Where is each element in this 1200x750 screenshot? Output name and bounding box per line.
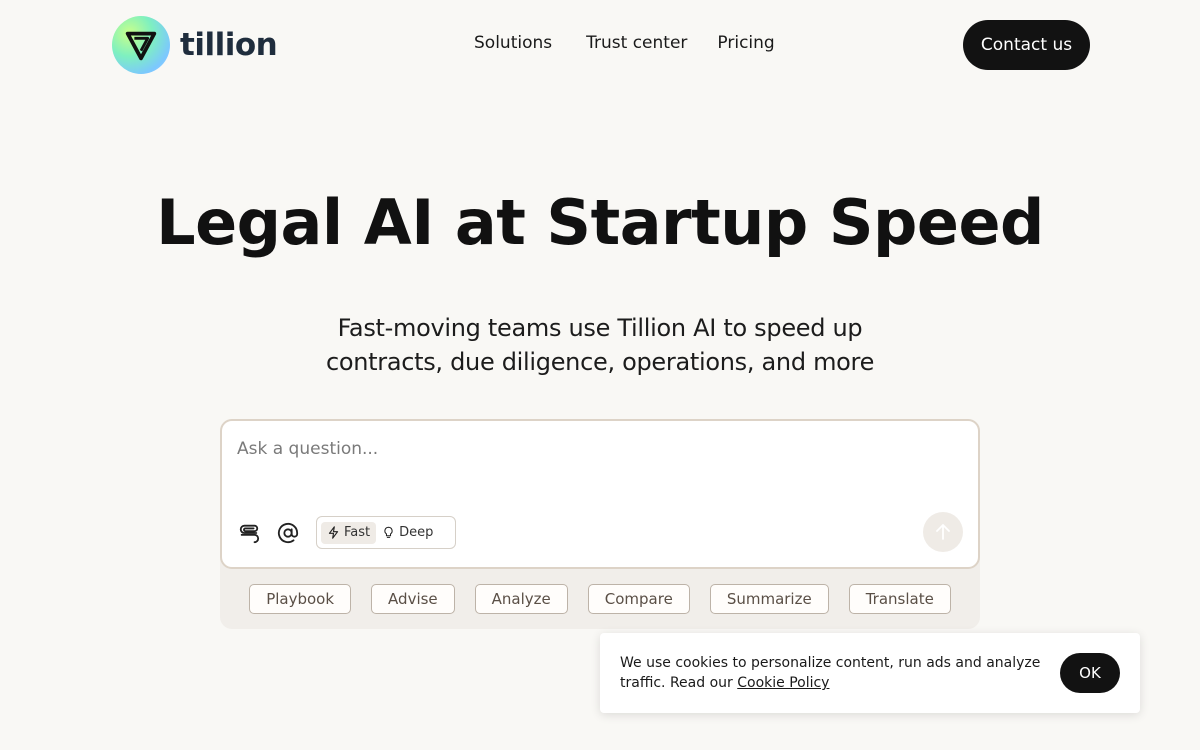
contact-us-button[interactable]: Contact us	[963, 20, 1090, 70]
nav-solutions[interactable]: Solutions	[474, 33, 552, 53]
page: tillion Solutions Trust center Pricing C…	[0, 0, 1200, 750]
question-input[interactable]	[237, 435, 937, 463]
arrow-up-icon	[936, 524, 950, 540]
mode-toggle: Fast Deep	[316, 516, 456, 549]
send-button[interactable]	[923, 512, 963, 552]
lightning-icon	[328, 526, 339, 539]
paperclip-icon[interactable]	[237, 521, 261, 545]
site-header: tillion Solutions Trust center Pricing C…	[0, 0, 1200, 90]
chip-advise[interactable]: Advise	[371, 584, 455, 614]
tillion-logo-icon	[112, 16, 170, 74]
cookie-policy-link[interactable]: Cookie Policy	[737, 675, 829, 691]
nav-trust-center[interactable]: Trust center	[586, 33, 687, 53]
cookie-text: We use cookies to personalize content, r…	[620, 655, 1041, 691]
main-nav: Solutions Trust center Pricing	[474, 33, 775, 53]
chip-translate[interactable]: Translate	[848, 584, 951, 614]
hero-subtitle-line-2: contracts, due diligence, operations, an…	[325, 348, 875, 376]
quick-action-chips: Playbook Advise Analyze Compare Summariz…	[220, 584, 980, 614]
mode-deep-label: Deep	[399, 525, 434, 540]
ask-panel: Fast Deep Playbook Advise Analyze Compar…	[220, 419, 980, 629]
hero-title: Legal AI at Startup Speed	[156, 186, 1044, 259]
mode-fast-label: Fast	[344, 525, 371, 540]
brand-logo[interactable]: tillion	[112, 16, 278, 74]
chip-playbook[interactable]: Playbook	[249, 584, 352, 614]
chip-compare[interactable]: Compare	[587, 584, 690, 614]
mode-deep[interactable]: Deep	[376, 522, 439, 544]
cookie-ok-button[interactable]: OK	[1060, 653, 1120, 693]
hero-subtitle-line-1: Fast-moving teams use Tillion AI to spee…	[337, 314, 863, 342]
nav-pricing[interactable]: Pricing	[717, 33, 774, 53]
chip-analyze[interactable]: Analyze	[474, 584, 568, 614]
at-sign-icon[interactable]	[276, 521, 300, 545]
cookie-banner: We use cookies to personalize content, r…	[600, 633, 1140, 713]
hero-subtitle: Fast-moving teams use Tillion AI to spee…	[300, 311, 900, 379]
mode-fast[interactable]: Fast	[321, 521, 377, 544]
lightbulb-icon	[384, 526, 393, 538]
chip-summarize[interactable]: Summarize	[709, 584, 829, 614]
cookie-message: We use cookies to personalize content, r…	[620, 653, 1050, 693]
brand-name: tillion	[180, 27, 278, 63]
ask-box: Fast Deep	[220, 419, 980, 569]
